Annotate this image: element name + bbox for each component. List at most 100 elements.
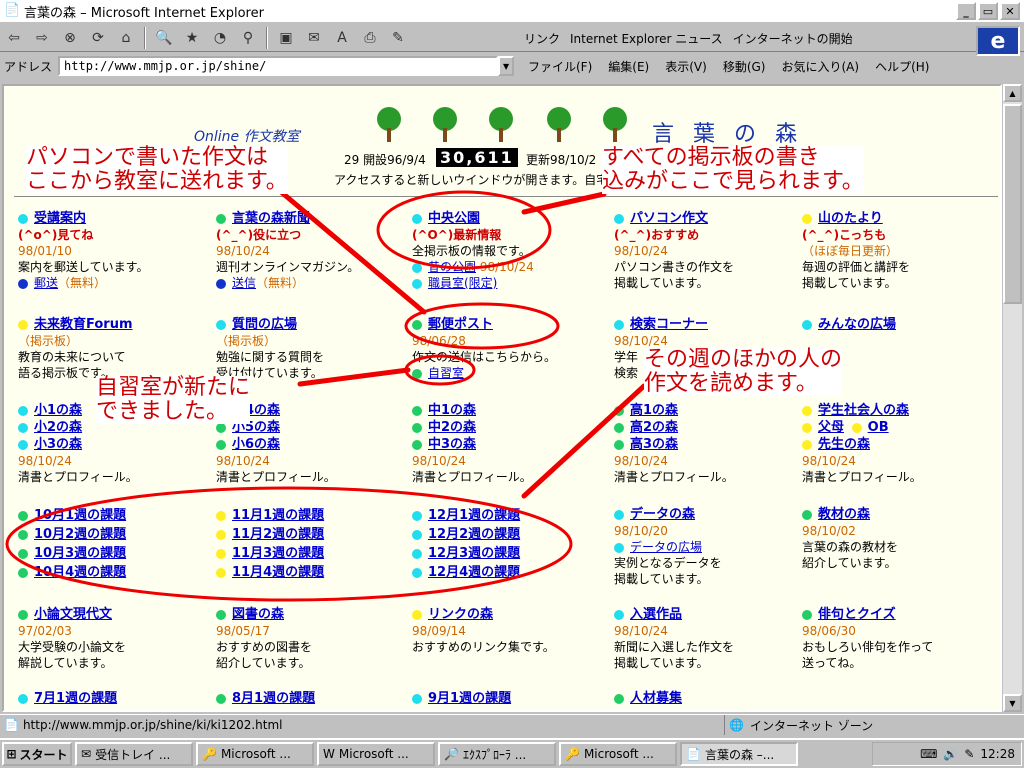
ie-page-icon: 📄 bbox=[4, 3, 21, 18]
fullscreen-icon[interactable]: ▣ bbox=[272, 26, 300, 50]
restore-button[interactable]: ▭ bbox=[978, 2, 998, 20]
item-data-mori: データの森 98/10/20 データの広場 実例となるデータを 掲載しています。 bbox=[614, 507, 722, 586]
menu-go[interactable]: 移動(G) bbox=[723, 58, 766, 75]
search-icon[interactable]: 🔍 bbox=[150, 26, 178, 50]
refresh-icon[interactable]: ⟳ bbox=[84, 26, 112, 50]
tree-icon bbox=[600, 106, 630, 142]
vertical-scrollbar[interactable]: ▲ ▼ bbox=[1003, 84, 1022, 712]
tree-icon bbox=[544, 106, 574, 142]
standard-toolbar: ⇦ ⇨ ⊗ ⟳ ⌂ 🔍 ★ ◔ ⚲ ▣ ✉ A ⎙ ✎ bbox=[0, 24, 1024, 52]
address-label: アドレス bbox=[4, 59, 53, 74]
item-mirai: 未来教育Forum （掲示板） 教育の未来について 語る掲示板です。 bbox=[18, 317, 133, 380]
task-kotoba[interactable]: 📄 言葉の森 –... bbox=[680, 742, 798, 766]
kadai-aug: 8月1週の課題 bbox=[216, 690, 315, 707]
link-ie-news[interactable]: Internet Explorer ニュース bbox=[570, 30, 723, 47]
back-icon[interactable]: ⇦ bbox=[0, 26, 28, 50]
inbox-icon: ✉ bbox=[81, 747, 92, 761]
ie-page-icon: 📄 bbox=[686, 747, 701, 761]
item-minna: みんなの広場 bbox=[802, 316, 896, 333]
menu-favorites[interactable]: お気に入り(A) bbox=[781, 58, 859, 75]
task-microsoft-1[interactable]: 🔑 Microsoft ... bbox=[196, 742, 314, 766]
callout-send: パソコンで書いた作文は ここから教室に送れます。 bbox=[26, 145, 288, 194]
task-microsoft-2[interactable]: 🔑 Microsoft ... bbox=[559, 742, 677, 766]
title-bar: 📄 言葉の森 – Microsoft Internet Explorer _ ▭… bbox=[0, 0, 1024, 22]
kadai-oct: 10月1週の課題 10月2週の課題 10月3週の課題 10月4週の課題 bbox=[18, 506, 126, 582]
item-haiku: 俳句とクイズ 98/06/30 おもしろい俳句を作って 送ってね。 bbox=[802, 607, 934, 670]
minimize-button[interactable]: _ bbox=[956, 2, 976, 20]
item-kou-mori: 高1の森 高2の森 高3の森 98/10/24 清書とプロフィール。 bbox=[614, 403, 734, 484]
tree-icon bbox=[486, 106, 516, 142]
stop-icon[interactable]: ⊗ bbox=[56, 26, 84, 50]
history-icon[interactable]: ◔ bbox=[206, 26, 234, 50]
menu-bar: ファイル(F) 編集(E) 表示(V) 移動(G) お気に入り(A) ヘルプ(H… bbox=[528, 53, 929, 79]
links-label: リンク bbox=[524, 31, 561, 46]
callout-jishushitsu: 自習室が新たに できました。 bbox=[96, 375, 251, 424]
item-jinzai: 人材募集 bbox=[614, 690, 682, 707]
item-shitsumon: 質問の広場 （掲示板） 勉強に関する質問を 受け付けています。 bbox=[216, 317, 325, 380]
scroll-thumb[interactable] bbox=[1003, 104, 1022, 304]
key-icon: 🔑 bbox=[565, 747, 580, 761]
menu-help[interactable]: ヘルプ(H) bbox=[875, 58, 929, 75]
scroll-down-icon[interactable]: ▼ bbox=[1003, 694, 1022, 712]
menu-file[interactable]: ファイル(F) bbox=[528, 58, 592, 75]
browser-window: 📄 言葉の森 – Microsoft Internet Explorer _ ▭… bbox=[0, 0, 1024, 736]
item-tosho-mori: 図書の森 98/05/17 おすすめの図書を 紹介しています。 bbox=[216, 607, 313, 670]
item-yubin-post: 郵便ポスト 98/06/28 作文の送信はこちらから。 自習室 bbox=[412, 317, 557, 380]
item-chuu-mori: 中1の森 中2の森 中3の森 98/10/24 清書とプロフィール。 bbox=[412, 403, 532, 484]
item-shouronbun: 小論文現代文 97/02/03 大学受験の小論文を 解説しています。 bbox=[18, 607, 127, 670]
ie-logo-icon: e bbox=[976, 26, 1020, 56]
item-kyouzai-mori: 教材の森 98/10/02 言葉の森の教材を 紹介しています。 bbox=[802, 507, 899, 570]
link-internet-start[interactable]: インターネットの開始 bbox=[733, 30, 853, 47]
key-icon: 🔑 bbox=[202, 747, 217, 761]
scroll-up-icon[interactable]: ▲ bbox=[1003, 84, 1022, 102]
print-icon[interactable]: ⎙ bbox=[356, 26, 384, 50]
status-zone: インターネット ゾーン bbox=[749, 718, 874, 733]
favorites-icon[interactable]: ★ bbox=[178, 26, 206, 50]
counter-prefix: 29 開設96/9/4 bbox=[344, 153, 426, 167]
tree-icon bbox=[374, 106, 404, 142]
status-page-icon: 📄 bbox=[4, 717, 19, 732]
item-chuou-kouen: 中央公園 (^O^)最新情報 全掲示板の情報です。 昔の公園 98/10/24 職員室(… bbox=[412, 211, 534, 290]
menu-view[interactable]: 表示(V) bbox=[665, 58, 707, 75]
globe-icon: 🌐 bbox=[729, 718, 744, 732]
callout-boards: すべての掲示板の書き 込みがここで見られます。 bbox=[602, 145, 864, 194]
window-title: 言葉の森 – Microsoft Internet Explorer bbox=[24, 5, 264, 21]
kadai-nov: 11月1週の課題 11月2週の課題 11月3週の課題 11月4週の課題 bbox=[216, 506, 324, 582]
task-inbox[interactable]: ✉ 受信トレイ ... bbox=[75, 742, 193, 766]
pen-icon[interactable]: ✎ bbox=[964, 747, 974, 761]
address-dropdown-icon[interactable]: ▼ bbox=[498, 56, 515, 76]
kadai-jul: 7月1週の課題 bbox=[18, 690, 117, 707]
word-icon: W bbox=[323, 747, 335, 761]
edit-icon[interactable]: ✎ bbox=[384, 26, 412, 50]
keyboard-icon[interactable]: ⌨ bbox=[920, 747, 937, 761]
page-note: アクセスすると新しいウインドウが開きます。自宅から書 bbox=[334, 173, 645, 187]
channels-icon[interactable]: ⚲ bbox=[234, 26, 262, 50]
font-icon[interactable]: A bbox=[328, 26, 356, 50]
home-icon[interactable]: ⌂ bbox=[112, 26, 140, 50]
item-yama: 山のたより (^_^)こっちも （ほぼ毎日更新） 毎週の評価と講評を 掲載しています。 bbox=[802, 211, 911, 290]
kadai-sep: 9月1週の課題 bbox=[412, 690, 511, 707]
item-jukou: 受講案内 (^o^)見てね 98/01/10 案内を郵送しています。 郵送（無料） bbox=[18, 211, 149, 290]
links-bar: リンク Internet Explorer ニュース インターネットの開始 bbox=[524, 24, 853, 52]
system-tray: ⌨ 🔊 ✎ 12:28 bbox=[872, 742, 1022, 766]
task-word[interactable]: W Microsoft ... bbox=[317, 742, 435, 766]
address-input[interactable]: http://www.mmjp.or.jp/shine/ bbox=[58, 56, 499, 76]
logo-kotoba: 言 葉 の 森 bbox=[652, 122, 803, 147]
mail-icon[interactable]: ✉ bbox=[300, 26, 328, 50]
task-explorer[interactable]: 🔎 ｴｸｽﾌﾟﾛｰﾗ ... bbox=[438, 742, 556, 766]
windows-logo-icon: ⊞ bbox=[6, 747, 17, 761]
counter-suffix: 更新98/10/2 bbox=[526, 153, 597, 167]
volume-icon[interactable]: 🔊 bbox=[943, 747, 958, 761]
explorer-icon: 🔎 bbox=[444, 747, 459, 761]
logo-online: Online 作文教室 bbox=[194, 129, 300, 145]
menu-edit[interactable]: 編集(E) bbox=[608, 58, 649, 75]
item-link-mori: リンクの森 98/09/14 おすすめのリンク集です。 bbox=[412, 607, 555, 654]
close-button[interactable]: ✕ bbox=[1000, 2, 1020, 20]
item-gakusei-mori: 学生社会人の森 父母 OB 先生の森 98/10/24 清書とプロフィール。 bbox=[802, 403, 922, 484]
item-shinbun: 言葉の森新聞 (^_^)役に立つ 98/10/24 週刊オンラインマガジン。 送信（無料… bbox=[216, 211, 360, 290]
page-content: Online 作文教室 言 葉 の 森 29 開設96/9/4 30,611 更… bbox=[2, 84, 1002, 712]
access-counter: 30,611 bbox=[436, 148, 518, 167]
clock[interactable]: 12:28 bbox=[980, 747, 1015, 761]
start-button[interactable]: ⊞ スタート bbox=[2, 742, 72, 766]
forward-icon[interactable]: ⇨ bbox=[28, 26, 56, 50]
